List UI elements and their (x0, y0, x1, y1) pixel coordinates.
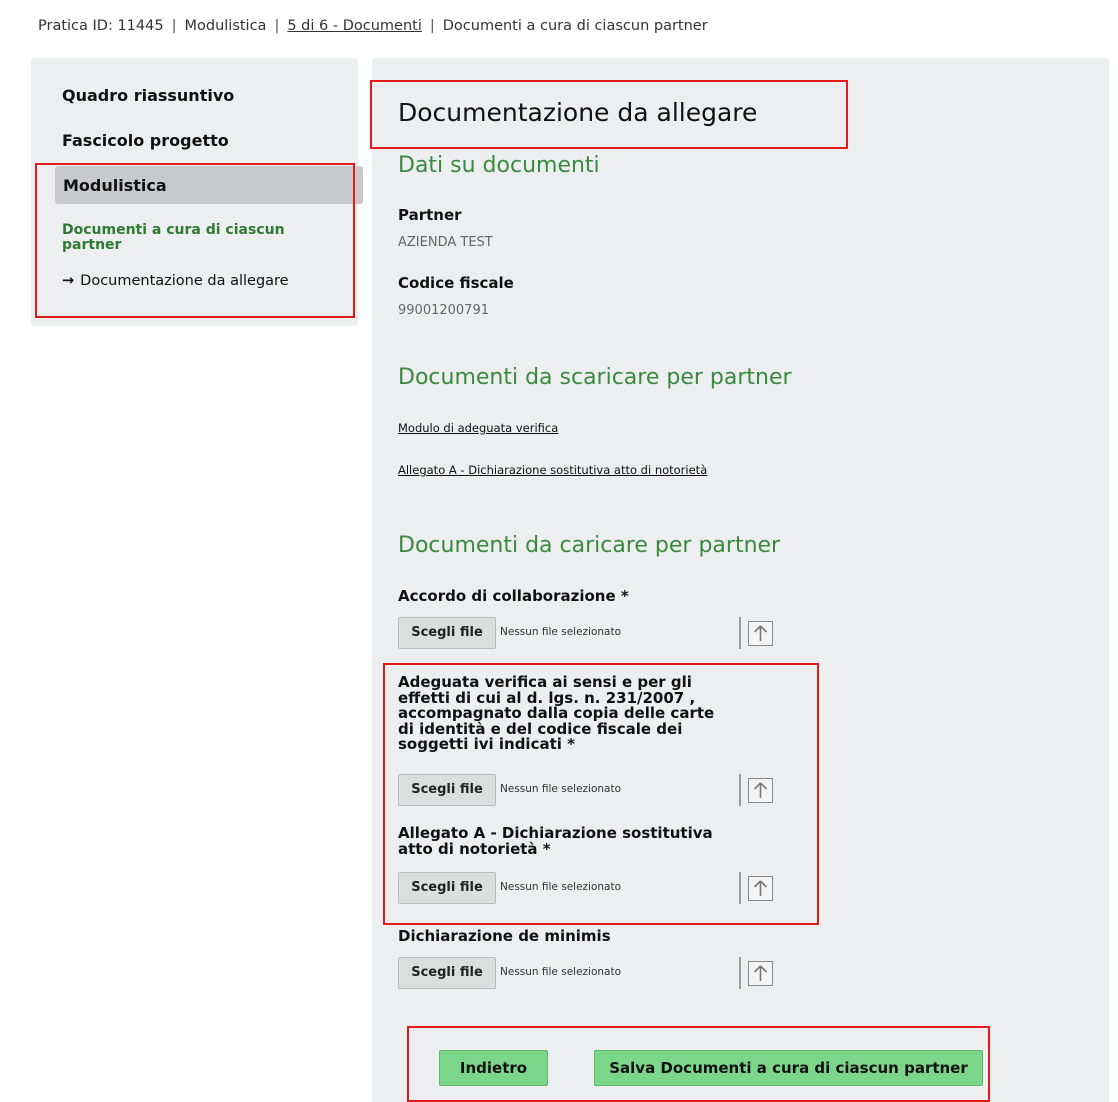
upload-button[interactable] (739, 617, 773, 649)
highlight-box-title (370, 80, 848, 149)
codice-fiscale-value: 99001200791 (398, 303, 489, 318)
upload-arrow-icon (753, 625, 768, 641)
highlight-box-sidebar (35, 163, 355, 318)
file-status: Nessun file selezionato (500, 966, 622, 978)
download-link-allegato-a[interactable]: Allegato A - Dichiarazione sostitutiva a… (398, 463, 707, 477)
breadcrumb-separator: | (429, 18, 435, 34)
sidebar-item-fascicolo-progetto[interactable]: Fascicolo progetto (62, 131, 229, 150)
upload-label-de-minimis: Dichiarazione de minimis (398, 927, 611, 945)
main-panel (372, 58, 1109, 1102)
upload-arrow-icon (753, 965, 768, 981)
codice-fiscale-label: Codice fiscale (398, 274, 514, 292)
breadcrumb-step-link[interactable]: 5 di 6 - Documenti (287, 18, 422, 34)
breadcrumb-separator: | (171, 18, 177, 34)
breadcrumb-separator: | (274, 18, 280, 34)
upload-button[interactable] (739, 957, 773, 989)
highlight-box-uploads (383, 663, 819, 925)
breadcrumb-section: Modulistica (184, 18, 267, 34)
choose-file-button[interactable]: Scegli file (398, 617, 496, 649)
breadcrumb: Pratica ID: 11445 | Modulistica | 5 di 6 - D… (38, 18, 708, 34)
file-status: Nessun file selezionato (500, 626, 622, 638)
breadcrumb-current: Documenti a cura di ciascun partner (442, 18, 708, 34)
download-link-modulo-adeguata-verifica[interactable]: Modulo di adeguata verifica (398, 421, 558, 435)
highlight-box-actions (407, 1026, 990, 1102)
partner-label: Partner (398, 206, 462, 224)
sidebar-item-quadro-riassuntivo[interactable]: Quadro riassuntivo (62, 86, 234, 105)
upload-label-accordo: Accordo di collaborazione * (398, 587, 629, 605)
breadcrumb-pratica: Pratica ID: 11445 (38, 18, 164, 34)
section-heading-download: Documenti da scaricare per partner (398, 365, 792, 390)
section-heading-upload: Documenti da caricare per partner (398, 533, 781, 558)
section-heading-dati: Dati su documenti (398, 153, 600, 178)
partner-value: AZIENDA TEST (398, 235, 493, 250)
choose-file-button[interactable]: Scegli file (398, 957, 496, 989)
